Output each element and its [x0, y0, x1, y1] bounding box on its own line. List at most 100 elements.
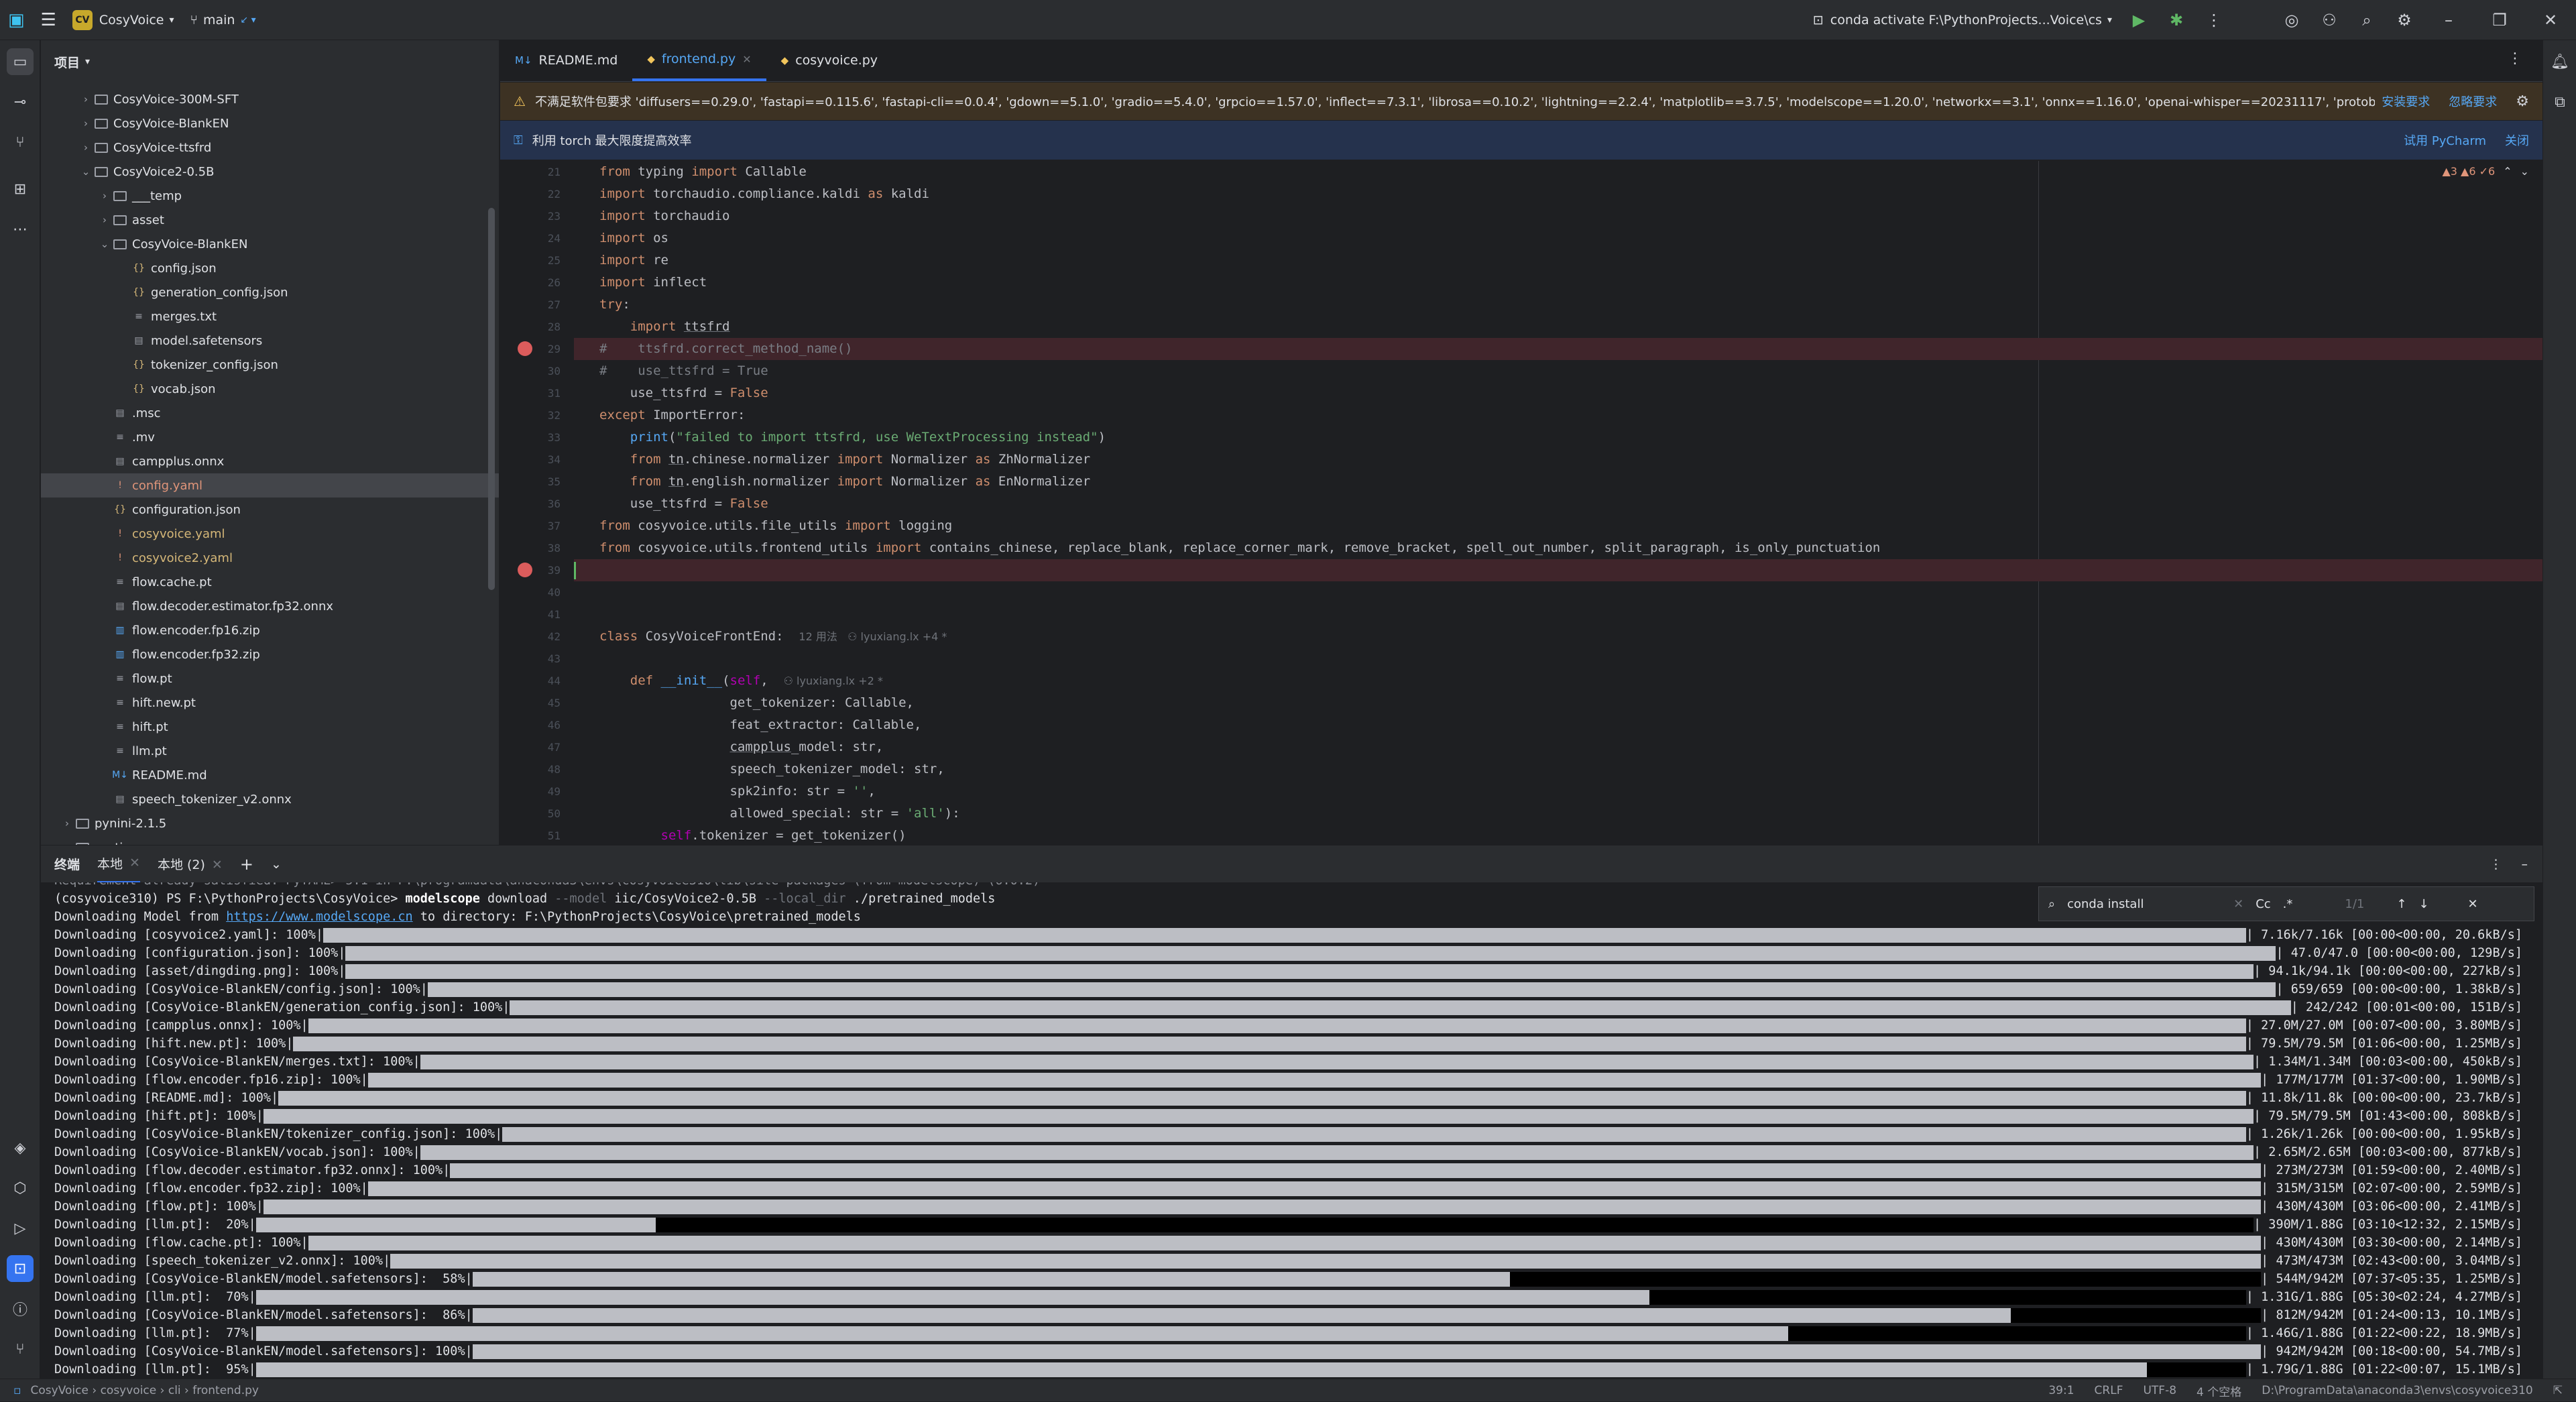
- tree-item[interactable]: ▤ flow.decoder.estimator.fp32.onnx: [41, 594, 499, 618]
- tree-item[interactable]: › CosyVoice-300M-SFT: [41, 87, 499, 111]
- line-number[interactable]: 41: [500, 603, 574, 626]
- line-number[interactable]: 25: [500, 249, 574, 272]
- tree-item[interactable]: ▤ speech_tokenizer_v2.onnx: [41, 787, 499, 811]
- tree-item[interactable]: ≡ flow.pt: [41, 666, 499, 691]
- tree-item[interactable]: ⌄ CosyVoice-BlankEN: [41, 232, 499, 256]
- tree-item[interactable]: {} configuration.json: [41, 498, 499, 522]
- line-number[interactable]: 30: [500, 360, 574, 382]
- more-icon[interactable]: ⋮: [2195, 0, 2233, 40]
- install-requirements-link[interactable]: 安装要求: [2382, 93, 2430, 110]
- line-number[interactable]: 28: [500, 316, 574, 338]
- tree-item[interactable]: › pynini-2.1.5: [41, 811, 499, 835]
- line-number[interactable]: 48: [500, 758, 574, 780]
- structure-icon[interactable]: ⊞: [7, 176, 34, 202]
- ai-chat-icon[interactable]: ⧉: [2546, 89, 2573, 115]
- chevron-right-icon[interactable]: ›: [77, 117, 95, 129]
- chevron-down-icon[interactable]: ⌄: [96, 238, 113, 250]
- try-pycharm-link[interactable]: 试用 PyCharm: [2404, 131, 2486, 149]
- tree-item[interactable]: ! config.yaml: [41, 473, 499, 498]
- chevron-up-icon[interactable]: ⌃: [2503, 165, 2512, 178]
- commit-icon[interactable]: ⊸: [7, 89, 34, 115]
- tree-item[interactable]: {} config.json: [41, 256, 499, 280]
- tree-item[interactable]: ▥ flow.encoder.fp32.zip: [41, 642, 499, 666]
- line-number[interactable]: 31: [500, 382, 574, 404]
- tree-item[interactable]: ≡ hift.pt: [41, 715, 499, 739]
- line-gutter[interactable]: 21 22 23 24 25 26 27 28 29 30 31 32 33 34 35 36 37 38 39 40…: [500, 161, 574, 843]
- close-icon[interactable]: ✕: [2525, 0, 2576, 40]
- close-banner-link[interactable]: 关闭: [2505, 131, 2529, 149]
- lock-icon[interactable]: ⇱: [2553, 1384, 2563, 1397]
- tree-item[interactable]: ▤ model.safetensors: [41, 329, 499, 353]
- line-number[interactable]: 29: [500, 338, 574, 360]
- tree-item[interactable]: ▤ campplus.onnx: [41, 449, 499, 473]
- modelscope-link[interactable]: https://www.modelscope.cn: [226, 910, 412, 924]
- tree-item[interactable]: ≡ .mv: [41, 425, 499, 449]
- tree-item[interactable]: ⌄ CosyVoice2-0.5B: [41, 160, 499, 184]
- line-number[interactable]: 37: [500, 515, 574, 537]
- tree-item[interactable]: {} generation_config.json: [41, 280, 499, 304]
- run-config-selector[interactable]: ⊡ conda activate F:\PythonProjects...Voi…: [1805, 0, 2120, 40]
- regex-icon[interactable]: .*: [2283, 897, 2293, 911]
- tree-item[interactable]: ≡ llm.pt: [41, 739, 499, 763]
- minimize-icon[interactable]: –: [2423, 0, 2474, 40]
- python-console-icon[interactable]: ◈: [7, 1134, 34, 1161]
- branch-switcher[interactable]: ⑂ main ↙ ▾: [182, 0, 264, 40]
- close-icon[interactable]: ✕: [129, 856, 140, 870]
- breakpoint-icon[interactable]: [518, 341, 532, 356]
- line-number[interactable]: 33: [500, 426, 574, 449]
- breadcrumb-item[interactable]: frontend.py: [192, 1384, 259, 1397]
- chevron-right-icon[interactable]: ›: [77, 141, 95, 154]
- debug-icon[interactable]: ✱: [2158, 0, 2195, 40]
- line-number[interactable]: 38: [500, 537, 574, 559]
- line-number[interactable]: 21: [500, 161, 574, 183]
- chevron-down-icon[interactable]: ⌄: [2520, 165, 2529, 178]
- tree-item[interactable]: › CosyVoice-ttsfrd: [41, 135, 499, 160]
- project-scrollbar[interactable]: [488, 208, 495, 590]
- project-switcher[interactable]: CV CosyVoice ▾: [64, 0, 182, 40]
- python-packages-icon[interactable]: ⬡: [7, 1175, 34, 1202]
- gear-icon[interactable]: ⚙: [2516, 93, 2529, 110]
- line-number[interactable]: 26: [500, 272, 574, 294]
- tab-cosyvoice-py[interactable]: ◆ cosyvoice.py: [766, 40, 892, 81]
- line-number[interactable]: 40: [500, 581, 574, 603]
- terminal-search-input[interactable]: [2067, 896, 2222, 911]
- tree-item[interactable]: › ___temp: [41, 184, 499, 208]
- tree-item[interactable]: {} vocab.json: [41, 377, 499, 401]
- tree-item[interactable]: ▤ .msc: [41, 401, 499, 425]
- breadcrumb-item[interactable]: CosyVoice: [31, 1384, 89, 1397]
- tree-item[interactable]: ▥ flow.encoder.fp16.zip: [41, 618, 499, 642]
- tree-item[interactable]: ! cosyvoice.yaml: [41, 522, 499, 546]
- line-number[interactable]: 43: [500, 648, 574, 670]
- problems-icon[interactable]: ⓘ: [7, 1295, 34, 1322]
- indent-setting[interactable]: 4 个空格: [2197, 1383, 2241, 1399]
- line-number[interactable]: 34: [500, 449, 574, 471]
- ai-assistant-icon[interactable]: ◎: [2273, 0, 2310, 40]
- arrow-down-icon[interactable]: ↓: [2418, 897, 2428, 911]
- tree-item[interactable]: ≡ flow.cache.pt: [41, 570, 499, 594]
- tree-item[interactable]: ≡ hift.new.pt: [41, 691, 499, 715]
- close-icon[interactable]: ✕: [212, 858, 223, 872]
- project-panel-header[interactable]: 项目 ▾: [41, 40, 499, 83]
- gear-icon[interactable]: ⚙: [2386, 0, 2423, 40]
- line-number[interactable]: 50: [500, 803, 574, 825]
- hide-panel-icon[interactable]: –: [2522, 857, 2528, 872]
- notifications-icon[interactable]: 🔔︎: [2546, 48, 2573, 75]
- tab-readme-md[interactable]: M↓ README.md: [500, 40, 632, 81]
- chevron-right-icon[interactable]: ›: [58, 817, 76, 829]
- tab-frontend-py[interactable]: ◆ frontend.py ✕: [632, 40, 766, 81]
- chevron-right-icon[interactable]: ›: [96, 214, 113, 226]
- git-icon[interactable]: ⑂: [7, 1336, 34, 1362]
- tree-item[interactable]: ! cosyvoice2.yaml: [41, 546, 499, 570]
- close-icon[interactable]: ✕: [742, 53, 751, 66]
- file-encoding[interactable]: UTF-8: [2143, 1384, 2176, 1397]
- chevron-right-icon[interactable]: ›: [96, 190, 113, 202]
- line-number[interactable]: 49: [500, 780, 574, 803]
- code-editor[interactable]: 21 22 23 24 25 26 27 28 29 30 31 32 33 34 35 36 37 38 39 40…: [500, 161, 2542, 843]
- clear-search-icon[interactable]: ✕: [2233, 897, 2243, 911]
- chevron-down-icon[interactable]: ⌄: [77, 166, 95, 178]
- line-number[interactable]: 44: [500, 670, 574, 692]
- line-number[interactable]: 24: [500, 227, 574, 249]
- tree-item[interactable]: M↓ README.md: [41, 763, 499, 787]
- add-user-icon[interactable]: ⚇: [2310, 0, 2348, 40]
- app-logo-icon[interactable]: ▣: [0, 0, 33, 40]
